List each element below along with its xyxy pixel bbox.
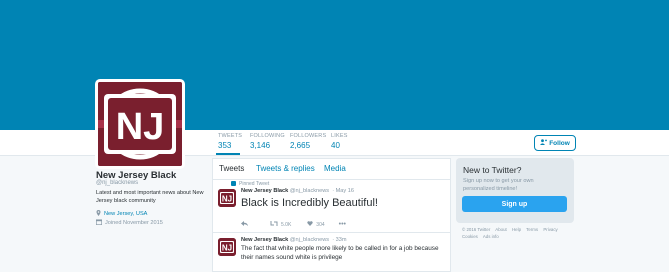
footer-link-about[interactable]: About [495,227,506,232]
footer-link-cookies[interactable]: Cookies [462,234,478,239]
stat-label: FOLLOWERS [290,133,327,139]
tweet-time[interactable]: 33m [336,237,347,243]
pinned-label: Pinned Tweet [239,181,270,187]
tweet-header: New Jersey Black @nj_blacknews · 33m [241,237,347,243]
follow-label: Follow [549,139,570,147]
signup-module: New to Twitter? Sign up now to get your … [456,158,574,223]
add-user-icon [540,139,548,147]
stat-followers[interactable]: FOLLOWERS 2,665 [290,133,326,150]
tab-tweets-replies[interactable]: Tweets & replies [256,164,315,173]
footer-line: Cookies Ads info [462,233,572,240]
tweet-avatar-text: NJ [222,244,232,253]
reply-icon[interactable] [241,221,248,228]
footer: © 2016 Twitter About Help Terms Privacy … [462,226,572,240]
stat-following[interactable]: FOLLOWING 3,146 [250,133,285,150]
joined-date: Joined November 2015 [105,220,163,226]
profile-location: New Jersey, USA [96,210,147,218]
tweet-author[interactable]: New Jersey Black [241,188,288,194]
timeline: Tweets Tweets & replies Media Pinned Twe… [212,158,451,272]
retweet-count: 5.0K [281,221,292,228]
like-icon[interactable] [307,221,313,228]
stat-value: 2,665 [290,141,311,150]
pin-icon [231,181,236,186]
tweet-handle[interactable]: @nj_blacknews [290,188,329,194]
timeline-tabs: Tweets Tweets & replies Media [213,159,450,180]
footer-link-privacy[interactable]: Privacy [543,227,557,232]
logo-text: NJ [116,106,165,148]
tweet-author[interactable]: New Jersey Black [241,237,288,243]
signup-title: New to Twitter? [463,165,522,175]
stat-label: TWEETS [218,133,243,139]
footer-link-ads-info[interactable]: Ads info [483,234,499,239]
calendar-icon [95,219,103,227]
tab-tweets[interactable]: Tweets [219,164,244,173]
profile-avatar[interactable]: NJ [95,79,185,169]
retweet-icon[interactable] [270,221,278,228]
profile-handle[interactable]: @nj_blacknews [96,180,138,186]
stat-value: 353 [218,141,232,150]
tweet-time[interactable]: May 16 [336,188,354,194]
tweet-header: New Jersey Black @nj_blacknews · May 16 [241,188,354,194]
follow-button[interactable]: Follow [534,135,576,151]
footer-line: © 2016 Twitter About Help Terms Privacy [462,226,572,233]
like-count: 304 [316,221,325,228]
tweet-text: Black is Incredibly Beautiful! [241,197,378,209]
stat-tweets[interactable]: TWEETS 353 [218,133,242,150]
profile-bio: Latest and most important news about New… [96,190,204,204]
footer-link-terms[interactable]: Terms [526,227,538,232]
profile-joined: Joined November 2015 [95,219,163,227]
tweet-actions: 5.0K 304 ••• [241,221,346,228]
active-tab-indicator [216,153,240,155]
tweet-avatar[interactable]: NJ [218,238,236,256]
stat-label: FOLLOWING [250,133,285,139]
tweet-text: The fact that white people more likely t… [241,245,439,261]
signup-text: Sign up now to get your own personalized… [463,178,534,192]
more-icon[interactable]: ••• [339,221,346,228]
tweet-avatar[interactable]: NJ [218,189,236,207]
tab-media[interactable]: Media [324,164,346,173]
stat-value: 3,146 [250,141,271,150]
nj-logo: NJ [98,82,182,166]
copyright: © 2016 Twitter [462,227,491,232]
tweet-divider [213,232,450,233]
stat-label: LIKES [331,133,348,139]
signup-button[interactable]: Sign up [462,196,567,212]
tweet-avatar-text: NJ [222,195,232,204]
stat-likes[interactable]: LIKES 40 [331,133,348,150]
stat-value: 40 [331,141,340,150]
location-pin-icon [96,210,101,218]
tweet-handle[interactable]: @nj_blacknews [290,237,329,243]
location-link[interactable]: New Jersey, USA [104,211,147,217]
footer-link-help[interactable]: Help [512,227,521,232]
